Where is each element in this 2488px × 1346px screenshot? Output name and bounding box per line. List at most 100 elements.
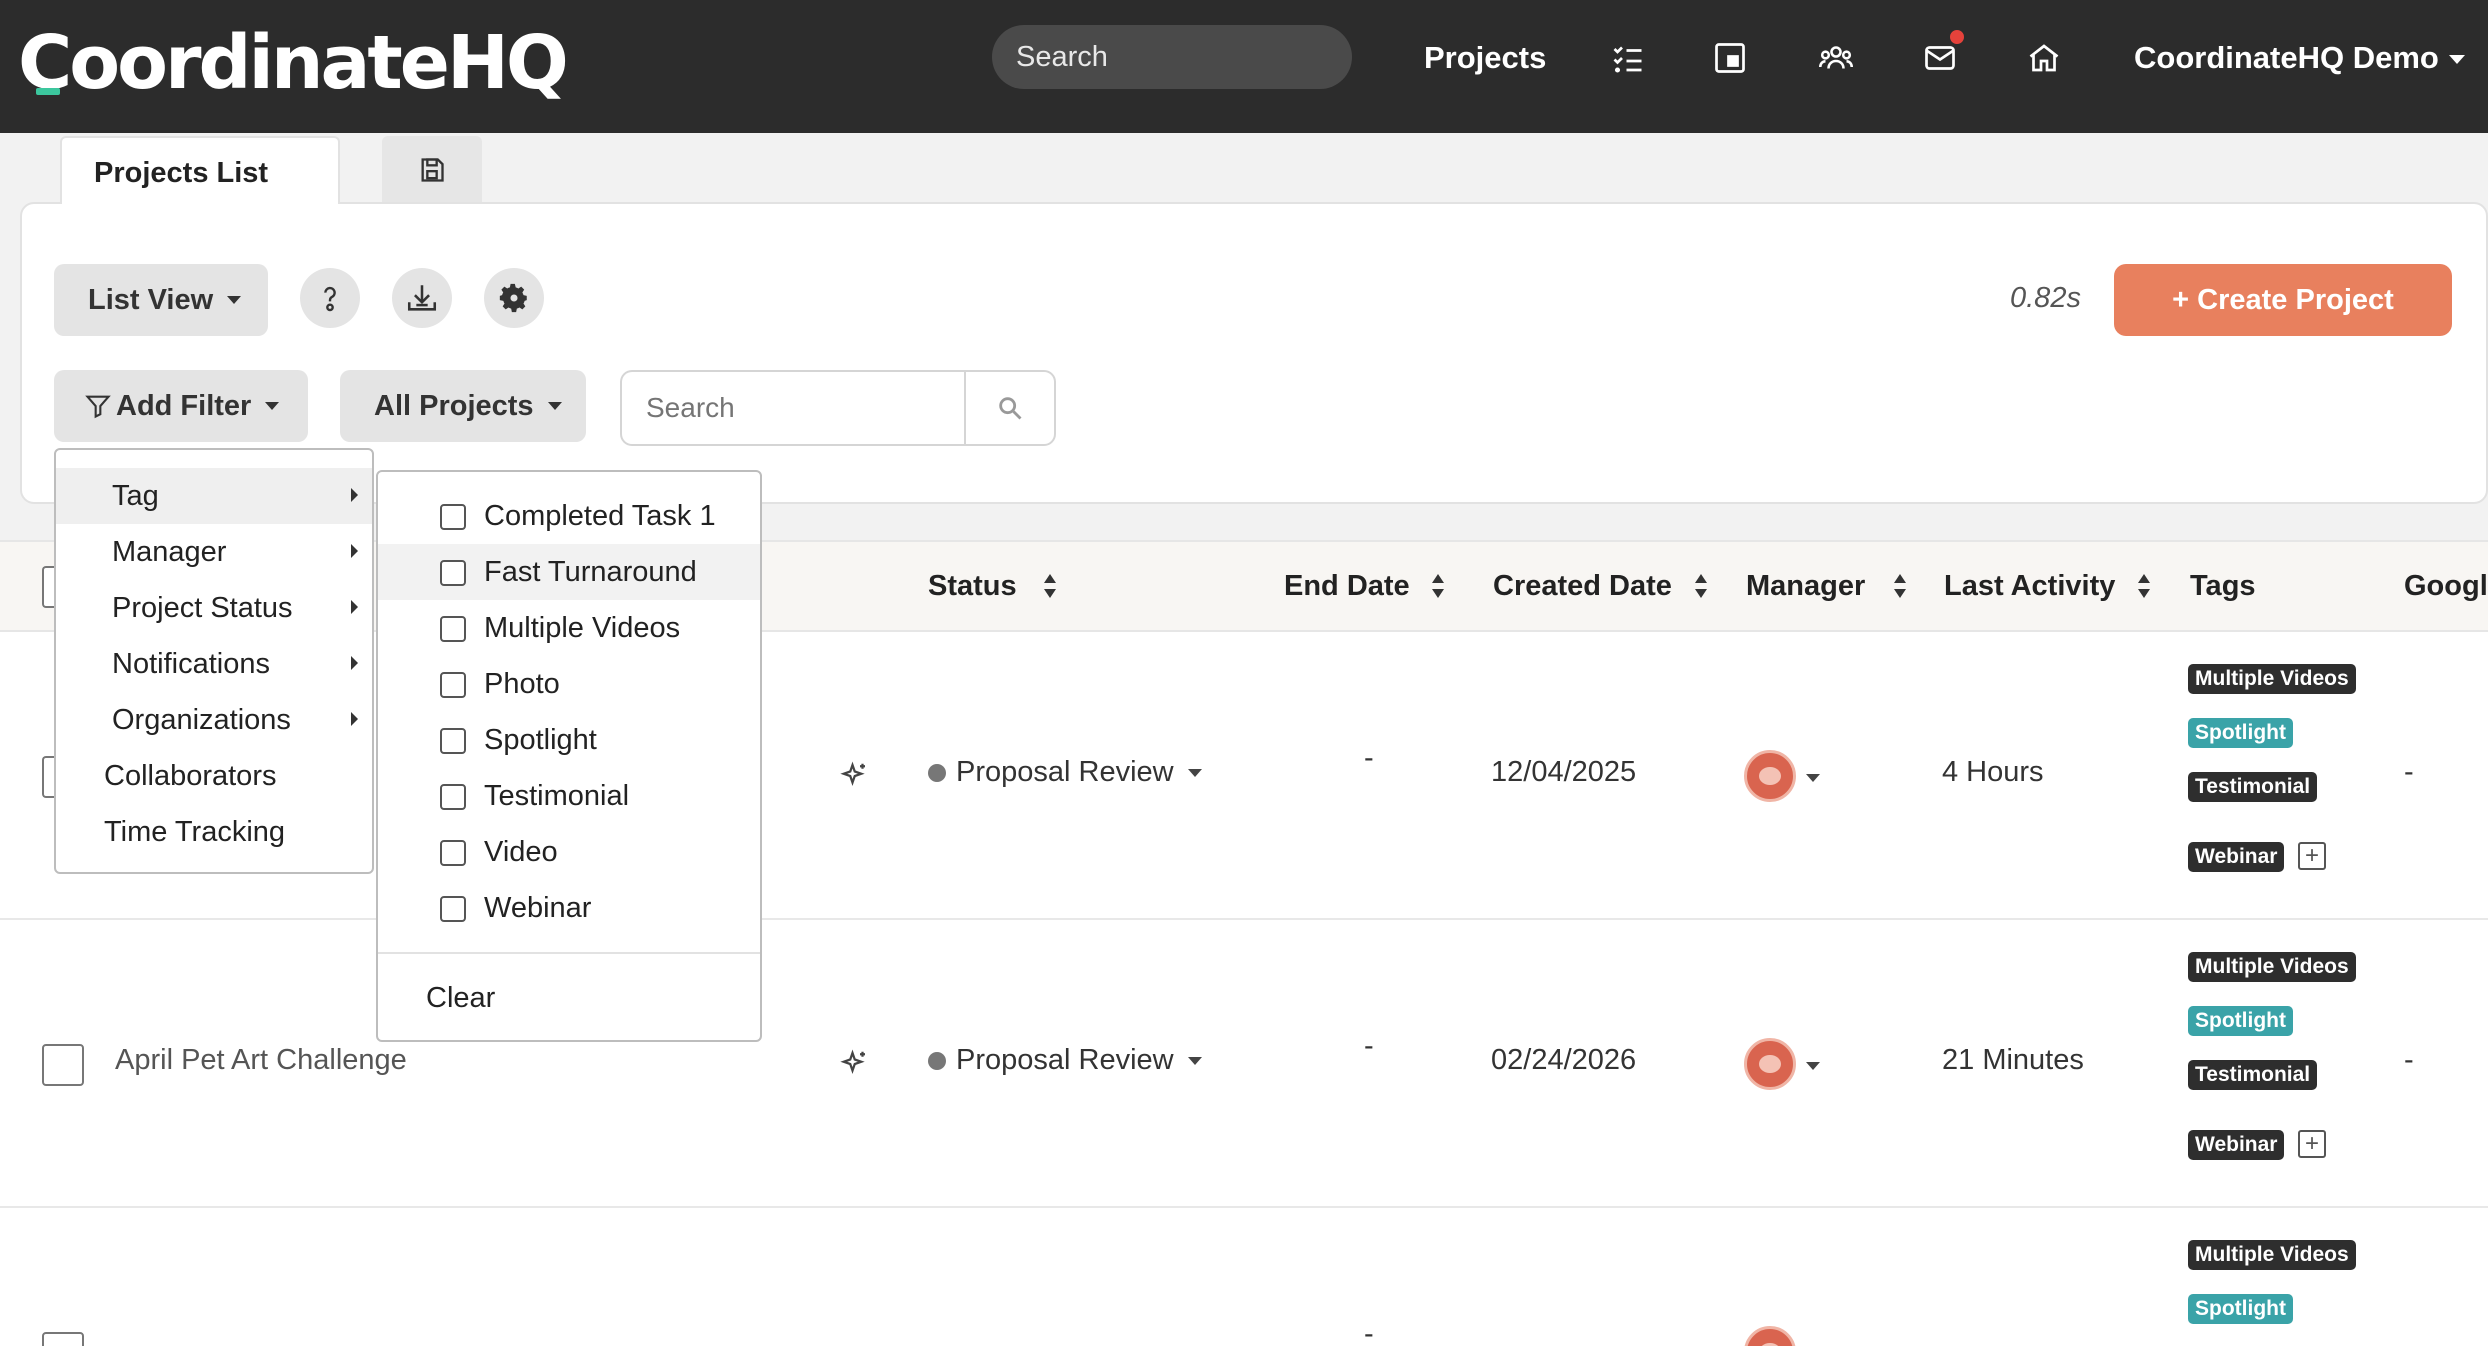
- tag-option-checkbox[interactable]: [440, 504, 466, 530]
- sort-icon[interactable]: [1042, 572, 1058, 600]
- tag-badge[interactable]: Webinar: [2188, 1130, 2285, 1160]
- chevron-down-icon: [2448, 55, 2465, 65]
- tag-option-checkbox[interactable]: [440, 784, 466, 810]
- tag-option-label: Completed Task 1: [484, 500, 716, 532]
- sort-icon[interactable]: [2136, 572, 2152, 600]
- clear-tags-button[interactable]: Clear: [426, 970, 495, 1026]
- google-value: -: [2404, 756, 2414, 788]
- tag-badge[interactable]: Spotlight: [2188, 1006, 2293, 1036]
- column-header-status[interactable]: Status: [928, 570, 1017, 603]
- tag-option-checkbox[interactable]: [440, 728, 466, 754]
- project-name-link[interactable]: April Pet Art Challenge: [115, 1044, 407, 1077]
- row-checkbox[interactable]: [42, 1332, 84, 1346]
- logo-accent: [36, 88, 60, 95]
- column-header-created-date[interactable]: Created Date: [1493, 570, 1672, 603]
- table-row[interactable]: - Multiple Videos Spotlight: [0, 1208, 2488, 1346]
- tag-badge[interactable]: Spotlight: [2188, 718, 2293, 748]
- chevron-down-icon: [1187, 1057, 1202, 1066]
- end-date: -: [1364, 1318, 1374, 1346]
- tag-option-checkbox[interactable]: [440, 840, 466, 866]
- chevron-down-icon[interactable]: [1806, 774, 1820, 782]
- tasks-icon[interactable]: [1606, 36, 1650, 80]
- nav-projects-link[interactable]: Projects: [1424, 36, 1546, 80]
- status-dropdown[interactable]: Proposal Review: [928, 1044, 1202, 1077]
- tab-saved-views[interactable]: [382, 136, 482, 204]
- filter-option-tag[interactable]: Tag: [56, 468, 372, 524]
- tag-option-checkbox[interactable]: [440, 560, 466, 586]
- google-value: -: [2404, 1044, 2414, 1076]
- chevron-down-icon: [1187, 769, 1202, 778]
- tag-badge[interactable]: Multiple Videos: [2188, 1240, 2356, 1270]
- all-projects-dropdown[interactable]: All Projects: [340, 370, 586, 442]
- ai-sparkle-icon[interactable]: [840, 1048, 870, 1078]
- ai-sparkle-icon[interactable]: [840, 760, 870, 790]
- filter-option-collaborators[interactable]: Collaborators: [56, 748, 372, 804]
- search-button[interactable]: [964, 370, 1056, 446]
- filter-option-notifications[interactable]: Notifications: [56, 636, 372, 692]
- divider: [378, 952, 760, 954]
- filter-option-time-tracking[interactable]: Time Tracking: [56, 804, 372, 860]
- tag-badge[interactable]: Spotlight: [2188, 1294, 2293, 1324]
- global-search-input[interactable]: Search: [992, 25, 1352, 89]
- export-button[interactable]: [392, 268, 452, 328]
- add-filter-dropdown[interactable]: Add Filter: [54, 370, 308, 442]
- tag-option[interactable]: Webinar: [378, 880, 760, 936]
- load-time: 0.82s: [2010, 282, 2081, 314]
- app-logo[interactable]: CoordinateHQ: [18, 18, 569, 108]
- column-header-manager[interactable]: Manager: [1746, 570, 1865, 603]
- create-project-button[interactable]: + Create Project: [2114, 264, 2452, 336]
- tag-option-label: Photo: [484, 668, 560, 700]
- list-view-dropdown[interactable]: List View: [54, 264, 268, 336]
- tag-option[interactable]: Fast Turnaround: [378, 544, 760, 600]
- tag-option[interactable]: Testimonial: [378, 768, 760, 824]
- board-icon[interactable]: [1708, 36, 1752, 80]
- tag-option-checkbox[interactable]: [440, 896, 466, 922]
- user-menu-label: CoordinateHQ Demo: [2134, 40, 2439, 75]
- all-projects-label: All Projects: [374, 389, 534, 422]
- add-filter-menu: Tag Manager Project Status Notifications…: [54, 448, 374, 874]
- tag-option[interactable]: Completed Task 1: [378, 488, 760, 544]
- filter-option-organizations[interactable]: Organizations: [56, 692, 372, 748]
- mail-icon[interactable]: [1918, 28, 1966, 80]
- tag-option[interactable]: Spotlight: [378, 712, 760, 768]
- chevron-down-icon[interactable]: [1806, 1062, 1820, 1070]
- avatar[interactable]: [1744, 750, 1796, 802]
- add-tag-icon[interactable]: +: [2298, 1130, 2326, 1158]
- tag-option[interactable]: Multiple Videos: [378, 600, 760, 656]
- notification-badge: [1948, 28, 1966, 46]
- team-icon[interactable]: [1814, 36, 1858, 80]
- user-menu[interactable]: CoordinateHQ Demo: [2134, 36, 2465, 80]
- created-date: 02/24/2026: [1491, 1044, 1637, 1076]
- row-checkbox[interactable]: [42, 1044, 84, 1086]
- tag-badge[interactable]: Testimonial: [2188, 1060, 2318, 1090]
- add-tag-icon[interactable]: +: [2298, 842, 2326, 870]
- tag-badge[interactable]: Multiple Videos: [2188, 952, 2356, 982]
- column-header-google[interactable]: Googl: [2404, 570, 2488, 603]
- filter-option-manager[interactable]: Manager: [56, 524, 372, 580]
- chevron-right-icon: [351, 712, 358, 726]
- avatar[interactable]: [1744, 1038, 1796, 1090]
- table-row[interactable]: April Pet Art Challenge Proposal Review …: [0, 920, 2488, 1208]
- tag-option-checkbox[interactable]: [440, 616, 466, 642]
- end-date: -: [1364, 1030, 1374, 1062]
- tab-projects-list[interactable]: Projects List: [60, 136, 340, 204]
- sort-icon[interactable]: [1693, 572, 1709, 600]
- column-header-end-date[interactable]: End Date: [1284, 570, 1410, 603]
- tag-badge[interactable]: Testimonial: [2188, 772, 2318, 802]
- sort-icon[interactable]: [1430, 572, 1446, 600]
- home-icon[interactable]: [2022, 36, 2066, 80]
- tag-option[interactable]: Photo: [378, 656, 760, 712]
- tag-badge[interactable]: Multiple Videos: [2188, 664, 2356, 694]
- filter-option-project-status[interactable]: Project Status: [56, 580, 372, 636]
- tag-option-checkbox[interactable]: [440, 672, 466, 698]
- sort-icon[interactable]: [1892, 572, 1908, 600]
- settings-button[interactable]: [484, 268, 544, 328]
- column-header-last-activity[interactable]: Last Activity: [1944, 570, 2115, 603]
- help-button[interactable]: [300, 268, 360, 328]
- tag-option[interactable]: Video: [378, 824, 760, 880]
- created-date: 12/04/2025: [1491, 756, 1637, 788]
- project-search-input[interactable]: [620, 370, 964, 446]
- status-dropdown[interactable]: Proposal Review: [928, 756, 1202, 789]
- avatar[interactable]: [1744, 1326, 1796, 1346]
- tag-badge[interactable]: Webinar: [2188, 842, 2285, 872]
